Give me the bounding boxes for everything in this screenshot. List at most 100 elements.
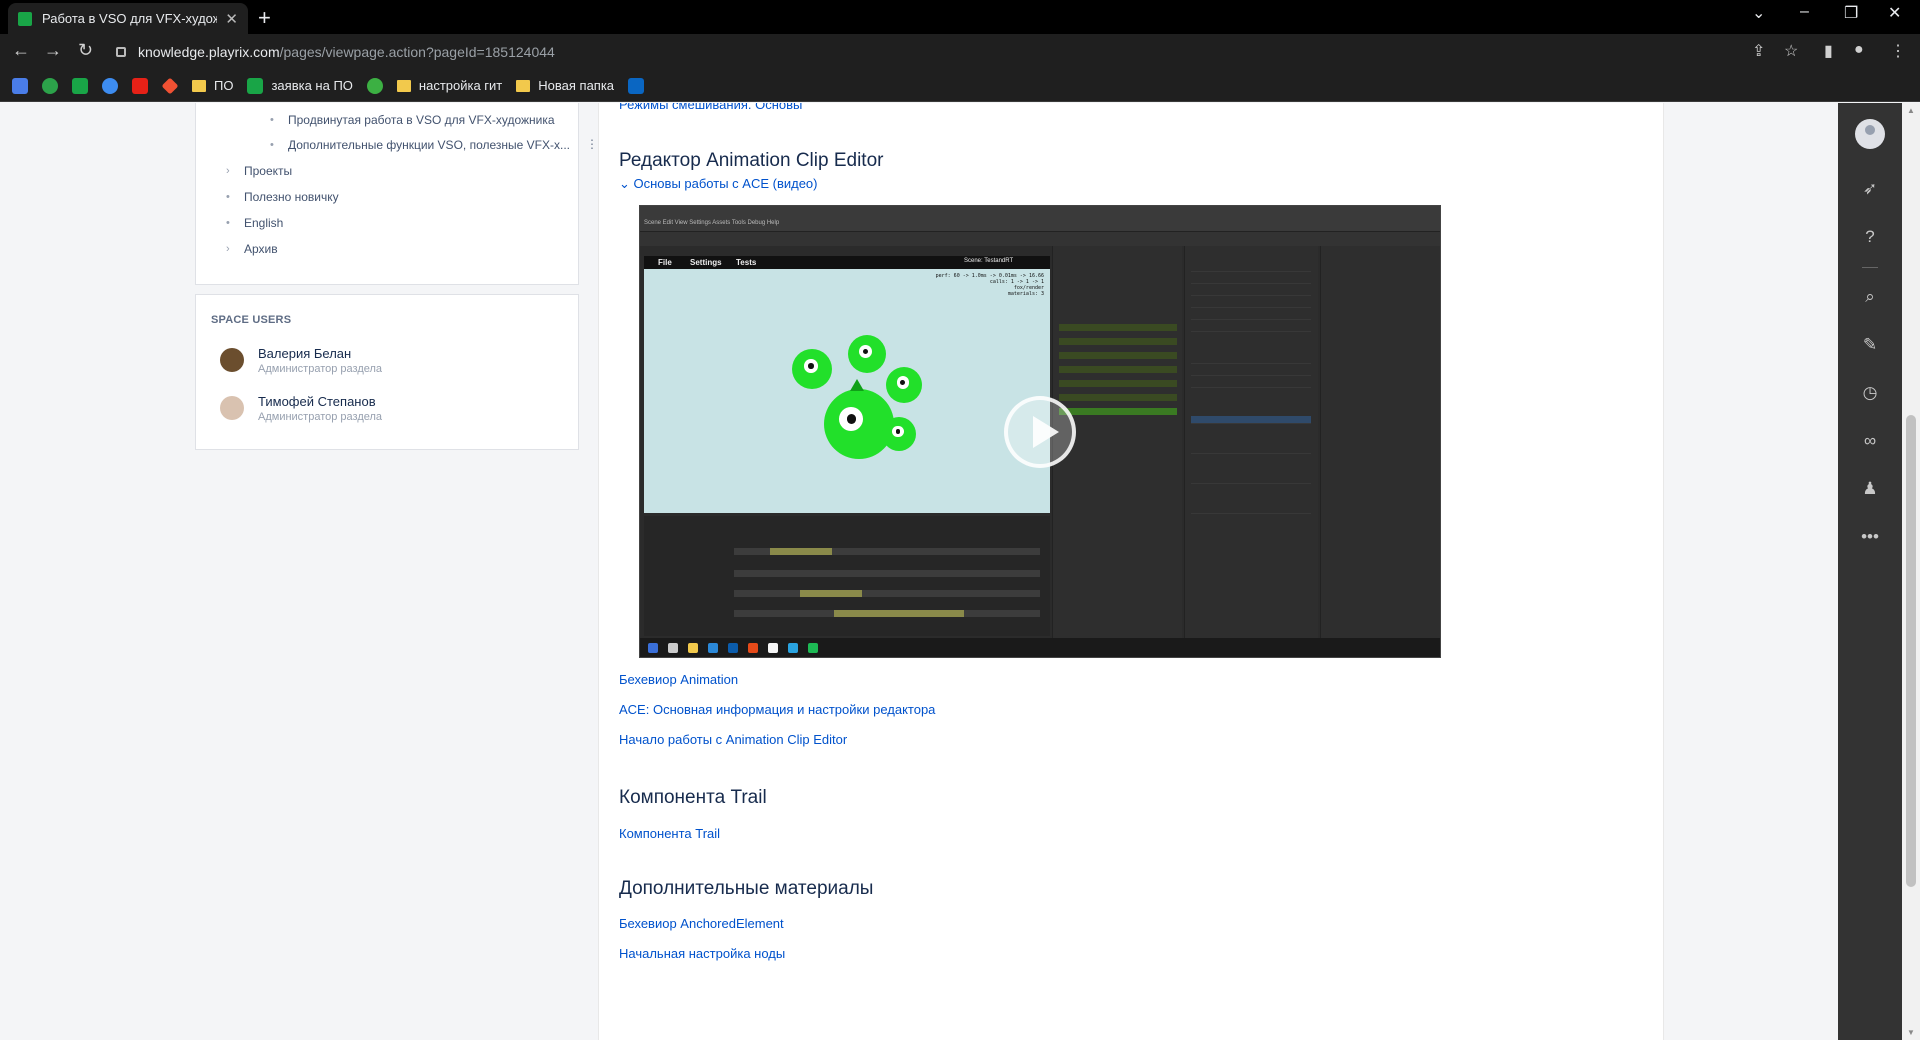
scroll-down-icon[interactable]: ▼	[1907, 1028, 1915, 1037]
window-close-icon[interactable]: ✕	[1888, 3, 1901, 23]
flag-icon	[247, 77, 264, 94]
linkedin-icon	[628, 77, 645, 94]
confluence-right-rail: ➶ ? ⌕ ✎ ◷ ∞ ♟ •••	[1838, 103, 1902, 1040]
bookmark-folder-po[interactable]: ПО	[192, 78, 233, 93]
git-icon	[161, 77, 179, 94]
video-player[interactable]: Scene Edit View Settings Assets Tools De…	[639, 205, 1441, 658]
confluence-favicon-icon	[18, 11, 32, 26]
bookmark-linkedin[interactable]	[628, 77, 645, 94]
user-avatar-icon[interactable]	[1855, 119, 1885, 149]
user-entry[interactable]: Тимофей Степанов Администратор раздела	[220, 394, 382, 423]
bookmark-clover[interactable]	[366, 77, 383, 94]
avatar	[220, 348, 244, 372]
scroll-up-icon[interactable]: ▲	[1907, 106, 1915, 115]
rocket-icon[interactable]: ➶	[1860, 179, 1880, 199]
jira-icon	[102, 77, 118, 94]
user-role: Администратор раздела	[258, 363, 383, 375]
history-icon[interactable]: ◷	[1860, 383, 1880, 403]
link-animation-behaviour[interactable]: Бехевиор Animation	[619, 672, 738, 687]
browser-tab-active[interactable]: Работа в VSO для VFX-художни ✕	[8, 3, 248, 34]
tab-search-chevron-icon[interactable]: ⌄	[1752, 3, 1765, 23]
chevron-right-icon[interactable]: ›	[226, 243, 236, 255]
link-trail[interactable]: Компонента Trail	[619, 826, 720, 841]
video-editor-toolbar	[640, 232, 1440, 246]
sidebar-resize-handle-icon[interactable]: ⋮	[586, 137, 598, 151]
green-monster-icon	[792, 349, 832, 389]
tree-item-projects[interactable]: › Проекты	[226, 164, 292, 178]
back-icon[interactable]: ←	[12, 40, 30, 61]
minimize-icon[interactable]: –	[1800, 3, 1809, 21]
video-taskbar	[640, 638, 1440, 657]
video-inspector-panel	[1184, 246, 1318, 654]
user-entry[interactable]: Валерия Белан Администратор раздела	[220, 346, 382, 375]
tab-close-icon[interactable]: ✕	[225, 10, 238, 28]
bookmark-folder-new[interactable]: Новая папка	[516, 78, 614, 93]
green-monster-icon	[824, 379, 894, 459]
section-heading-ace: Редактор Animation Clip Editor	[619, 150, 884, 171]
tab-bar: Работа в VSO для VFX-художни ✕ + ⌄ – ❐ ✕	[0, 0, 1920, 34]
play-icon[interactable]	[1004, 396, 1076, 468]
restore-icon[interactable]: ❐	[1844, 3, 1858, 23]
bookmark-git[interactable]	[161, 77, 179, 94]
bookmark-confluence[interactable]	[72, 77, 88, 94]
video-editor-menubar: Scene Edit View Settings Assets Tools De…	[640, 206, 1440, 232]
link-blend-modes[interactable]: Режимы смешивания. Основы	[619, 103, 802, 112]
video-hierarchy-panel	[1052, 246, 1182, 654]
bookmark-zayavka[interactable]: заявка на ПО	[247, 77, 353, 94]
timeline-clip	[834, 610, 964, 617]
folder-icon	[516, 79, 531, 92]
help-icon[interactable]: ?	[1860, 227, 1880, 247]
bookmarks-bar: ПО заявка на ПО настройка гит Новая папк…	[0, 70, 1920, 102]
tree-item[interactable]: • Продвинутая работа в VSO для VFX-художн…	[270, 113, 555, 127]
new-tab-icon[interactable]: +	[258, 5, 271, 31]
bookmark-translate[interactable]	[12, 77, 28, 94]
users-icon[interactable]: ♟	[1860, 479, 1880, 499]
link-ace-info[interactable]: ACE: Основная информация и настройки ред…	[619, 702, 935, 717]
timeline-clip	[800, 590, 862, 597]
tree-item[interactable]: • Полезно новичку	[226, 190, 339, 204]
tree-item[interactable]: • Дополнительные функции VSO, полезные VF…	[270, 138, 570, 152]
expand-ace-video[interactable]: ⌄ Основы работы с ACE (видео)	[619, 176, 817, 192]
page-scrollbar[interactable]: ▲ ▼	[1902, 103, 1920, 1040]
reload-icon[interactable]: ↻	[78, 40, 93, 61]
green-app-icon	[42, 77, 58, 94]
browser-menu-icon[interactable]: ⋮	[1890, 41, 1906, 61]
tree-item-archive[interactable]: › Архив	[226, 242, 278, 256]
bookmark-jira[interactable]	[102, 77, 118, 94]
chevron-right-icon[interactable]: ›	[226, 165, 236, 177]
lock-icon	[116, 47, 126, 57]
folder-icon	[192, 79, 206, 92]
edit-icon[interactable]: ✎	[1860, 335, 1880, 355]
share-icon[interactable]: ⇪	[1752, 41, 1765, 61]
url-host: knowledge.playrix.com	[138, 44, 280, 60]
video-game-viewport: perf: 60 -> 1.0ms -> 0.01ms -> 16.66 cal…	[644, 269, 1050, 513]
bookmark-star-icon[interactable]: ☆	[1784, 41, 1798, 61]
forward-icon[interactable]: →	[44, 40, 62, 61]
profile-icon[interactable]: ●	[1854, 41, 1864, 59]
bookmark-folder-git[interactable]: настройка гит	[396, 78, 502, 93]
link-icon[interactable]: ∞	[1860, 431, 1880, 451]
green-monster-icon	[882, 417, 916, 451]
translate-icon	[12, 77, 28, 94]
video-particles-panel	[1320, 246, 1440, 654]
tree-item[interactable]: • English	[226, 216, 283, 230]
video-stats: perf: 60 -> 1.0ms -> 0.01ms -> 16.66 cal…	[935, 273, 1044, 297]
scroll-thumb[interactable]	[1906, 415, 1916, 887]
user-role: Администратор раздела	[258, 411, 383, 423]
bookmark-green-circle[interactable]	[42, 77, 58, 94]
space-users-title: SPACE USERS	[211, 314, 292, 326]
page-tree: • Продвинутая работа в VSO для VFX-художн…	[195, 103, 579, 285]
confluence-page: • Продвинутая работа в VSO для VFX-художн…	[0, 103, 1838, 1040]
user-name: Тимофей Степанов	[258, 394, 376, 409]
bookmark-youtube[interactable]	[132, 77, 148, 94]
link-ace-start[interactable]: Начало работы с Animation Clip Editor	[619, 732, 847, 747]
link-anchored-element[interactable]: Бехевиор AnchoredElement	[619, 916, 784, 931]
section-heading-trail: Компонента Trail	[619, 787, 767, 808]
main-content: Режимы смешивания. Основы Редактор Anima…	[598, 103, 1664, 1040]
search-icon[interactable]: ⌕	[1860, 287, 1880, 307]
side-panel-icon[interactable]: ▮	[1824, 41, 1833, 61]
more-icon[interactable]: •••	[1860, 527, 1880, 547]
link-node-setup[interactable]: Начальная настройка ноды	[619, 946, 785, 961]
clover-icon	[366, 77, 383, 94]
address-bar[interactable]: knowledge.playrix.com /pages/viewpage.ac…	[116, 38, 1736, 66]
